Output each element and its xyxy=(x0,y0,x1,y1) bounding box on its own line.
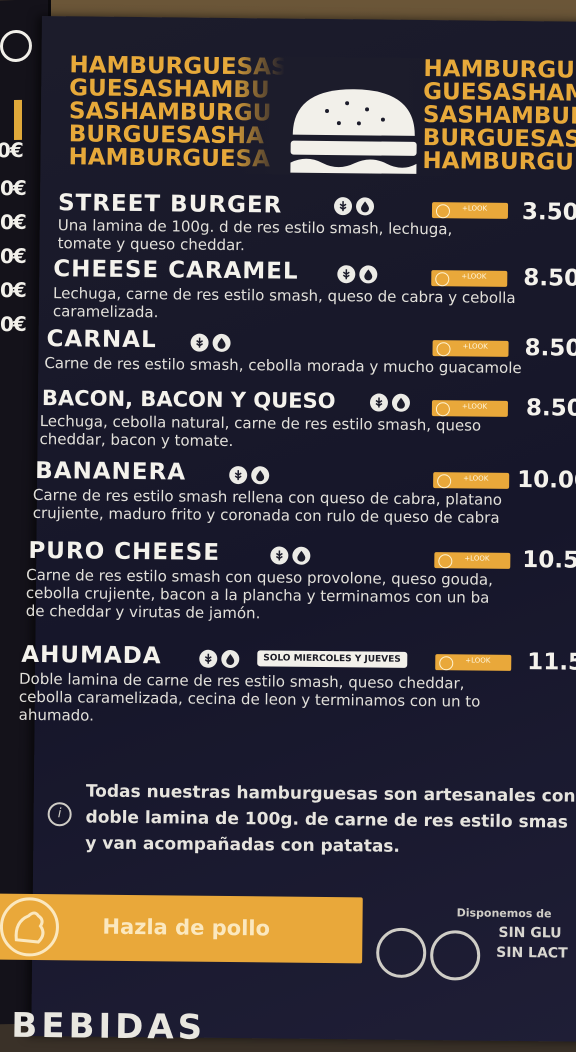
left-price: 0€ xyxy=(0,277,26,303)
menu-item-desc: Carne de res estilo smash rellena con qu… xyxy=(32,485,503,527)
menu-item-price: 8.50 xyxy=(525,395,576,422)
menu-item-desc: Carne de res estilo smash, cebolla morad… xyxy=(44,354,522,378)
price-pill: +LOOK xyxy=(431,202,509,219)
allergens-title: Disponemos de xyxy=(456,906,552,921)
circle-icon xyxy=(435,204,451,219)
menu-item-price: 8.50 xyxy=(523,265,576,292)
menu-item-name: PURO CHEESE xyxy=(28,537,221,566)
pill-label: +LOOK xyxy=(461,272,487,281)
drop-icon xyxy=(212,333,231,352)
menu-item-desc: Lechuga, cebolla natural, carne de res e… xyxy=(39,411,482,451)
chicken-option-label: Hazla de pollo xyxy=(102,914,271,941)
info-icon: i xyxy=(47,802,72,827)
menu-item-desc: Lechuga, carne de res estilo smash, ques… xyxy=(52,284,516,322)
diet-icons xyxy=(190,333,231,352)
diet-icons xyxy=(337,265,378,284)
diet-icons xyxy=(229,465,270,485)
menu-item-name: AHUMADA xyxy=(21,641,162,670)
circle-icon xyxy=(438,554,453,569)
hamburguesas-banner: HAMBURGUESAS GUESASHAMBU SASHAMBURGU BUR… xyxy=(68,54,576,177)
left-price: 0€ xyxy=(0,209,26,235)
circle-icon xyxy=(435,402,450,417)
drop-icon xyxy=(251,466,270,485)
left-price: 0€ xyxy=(0,243,26,269)
menu-item-price: 11.5 xyxy=(527,649,576,676)
pill-label: +LOOK xyxy=(463,474,489,483)
price-pill: +LOOK xyxy=(431,400,508,417)
left-price: 50€ xyxy=(0,137,23,163)
menu-item-price: 10.5 xyxy=(522,547,576,574)
price-pill: +LOOK xyxy=(435,654,512,671)
lactose-free-label: SIN LACT xyxy=(496,944,568,962)
circle-icon xyxy=(436,342,451,357)
pill-label: +LOOK xyxy=(461,204,488,213)
menu-item-name: STREET BURGER xyxy=(57,190,283,219)
left-price: 0€ xyxy=(0,311,26,337)
wheat-icon xyxy=(199,649,218,668)
drop-icon xyxy=(292,546,311,565)
chicken-option-banner: Hazla de pollo xyxy=(0,893,363,964)
gluten-free-label: SIN GLU xyxy=(498,924,562,942)
info-text: Todas nuestras hamburguesas son artesana… xyxy=(85,781,576,857)
burger-icon xyxy=(290,89,417,174)
next-section-title: BEBIDAS xyxy=(11,1005,207,1048)
circle-icon xyxy=(439,656,454,671)
pill-label: +LOOK xyxy=(464,554,490,563)
gluten-free-icon xyxy=(375,927,427,979)
wheat-icon xyxy=(337,265,356,284)
diet-icons xyxy=(333,197,375,216)
price-pill: +LOOK xyxy=(433,472,510,489)
lactose-free-icon xyxy=(429,930,481,981)
left-page-stripe xyxy=(14,99,22,141)
menu-item-price: 8.50 xyxy=(524,335,576,362)
wheat-icon xyxy=(190,333,209,352)
diet-icons xyxy=(369,393,411,412)
diet-icons xyxy=(199,649,240,669)
wheat-icon xyxy=(333,197,353,216)
price-pill: +LOOK xyxy=(431,270,508,287)
availability-badge: SOLO MIERCOLES Y JUEVES xyxy=(257,650,407,668)
diet-icons xyxy=(270,546,311,565)
menu-item-name: CARNAL xyxy=(46,326,157,354)
menu-item-desc: Doble lamina de carne de res estilo smas… xyxy=(18,669,481,725)
drop-icon xyxy=(359,265,378,284)
pill-label: +LOOK xyxy=(461,402,488,411)
price-pill: +LOOK xyxy=(434,552,511,569)
menu-item-name: BANANERA xyxy=(35,457,187,486)
drop-icon xyxy=(221,649,240,669)
menu-item-price: 10.00 xyxy=(517,467,576,494)
drop-icon xyxy=(391,393,411,412)
price-pill: +LOOK xyxy=(432,340,509,357)
wheat-icon xyxy=(270,546,289,565)
banner-row: HAMBURGUESAS xyxy=(422,147,576,177)
pill-label: +LOOK xyxy=(465,656,491,665)
wheat-icon xyxy=(369,393,389,412)
menu-item-price: 3.50 xyxy=(521,199,576,226)
menu-item-name: BACON, BACON Y QUESO xyxy=(41,386,336,414)
burger-menu-page: HAMBURGUESAS GUESASHAMBU SASHAMBURGU BUR… xyxy=(0,16,576,1048)
menu-item-name: CHEESE CARAMEL xyxy=(53,256,299,285)
left-page-logo-icon xyxy=(0,29,32,63)
hen-icon xyxy=(0,897,59,957)
circle-icon xyxy=(437,474,452,489)
menu-item-desc: Carne de res estilo smash con queso prov… xyxy=(25,565,493,623)
left-price: 0€ xyxy=(0,175,26,201)
circle-icon xyxy=(435,272,450,287)
drop-icon xyxy=(355,197,375,216)
wheat-icon xyxy=(229,465,248,485)
menu-item-desc: Una lamina de 100g. d de res estilo smas… xyxy=(57,216,453,255)
pill-label: +LOOK xyxy=(462,342,488,351)
